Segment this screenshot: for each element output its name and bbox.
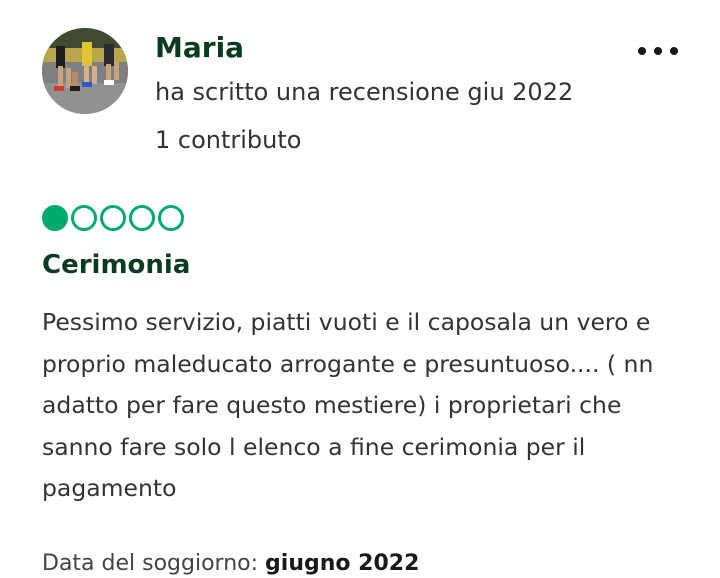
- stay-date: Data del soggiorno: giugno 2022: [42, 548, 419, 578]
- stay-date-value: giugno 2022: [265, 551, 420, 576]
- review-card: Maria ha scritto una recensione giu 2022…: [0, 0, 720, 578]
- contribution-count: 1 contributo: [155, 126, 302, 154]
- rating-bubble-empty: [158, 205, 184, 231]
- rating-bubble-empty: [129, 205, 155, 231]
- more-options-icon-dot: [654, 47, 662, 55]
- more-options-button[interactable]: [638, 38, 678, 64]
- stay-date-label: Data del soggiorno:: [42, 551, 259, 576]
- rating-bubble-empty: [100, 205, 126, 231]
- author-name[interactable]: Maria: [155, 30, 244, 66]
- rating-bubble-empty: [71, 205, 97, 231]
- review-written-date: ha scritto una recensione giu 2022: [155, 78, 574, 106]
- rating-bubbles: [42, 205, 184, 231]
- avatar[interactable]: [42, 28, 128, 114]
- more-options-icon: [638, 47, 646, 55]
- rating-bubble-filled: [42, 205, 68, 231]
- review-body: Pessimo servizio, piatti vuoti e il capo…: [42, 308, 654, 502]
- review-title: Cerimonia: [42, 250, 191, 280]
- more-options-icon-dot: [670, 47, 678, 55]
- runners-photo-icon: [42, 28, 128, 114]
